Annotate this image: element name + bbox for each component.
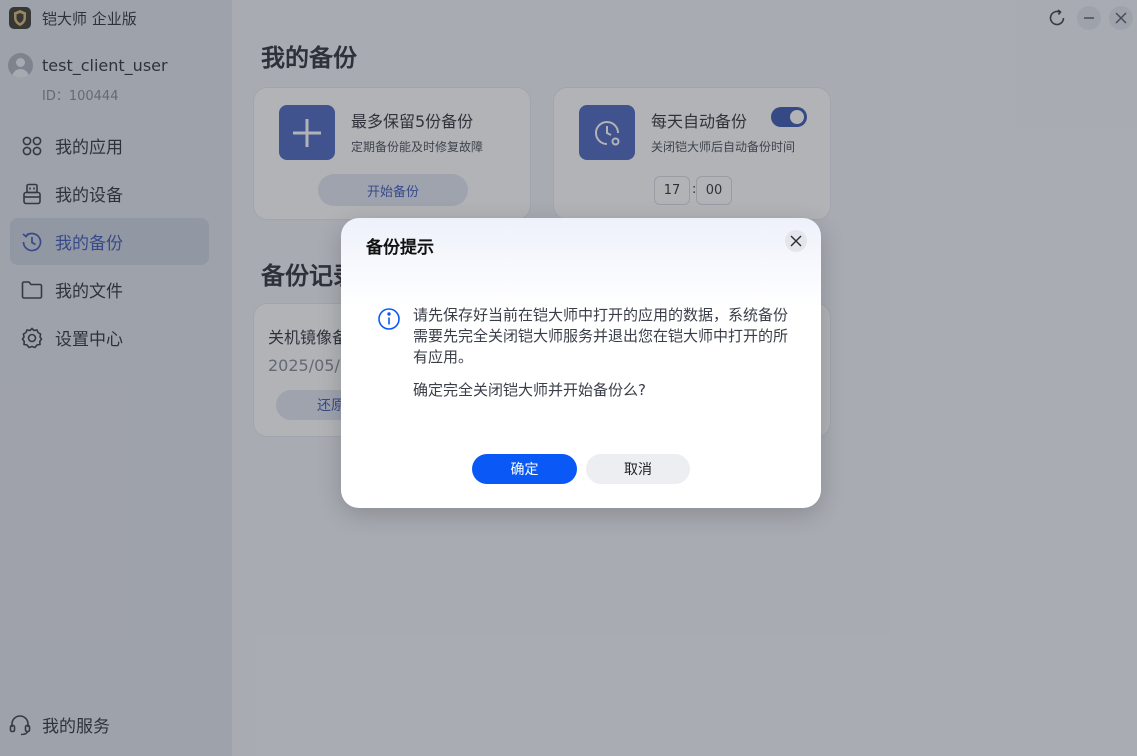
dialog-title: 备份提示 — [366, 238, 434, 258]
dialog-close-button[interactable] — [785, 230, 807, 252]
close-icon — [790, 235, 802, 247]
dialog-message: 请先保存好当前在铠大师中打开的应用的数据，系统备份需要先完全关闭铠大师服务并退出… — [413, 306, 789, 366]
confirm-button[interactable]: 确定 — [472, 454, 577, 484]
backup-dialog: 备份提示 请先保存好当前在铠大师中打开的应用的数据，系统备份需要先完全关闭铠大师… — [341, 218, 821, 508]
cancel-button[interactable]: 取消 — [586, 454, 690, 484]
dialog-question: 确定完全关闭铠大师并开始备份么? — [413, 381, 646, 399]
info-icon — [377, 307, 401, 335]
